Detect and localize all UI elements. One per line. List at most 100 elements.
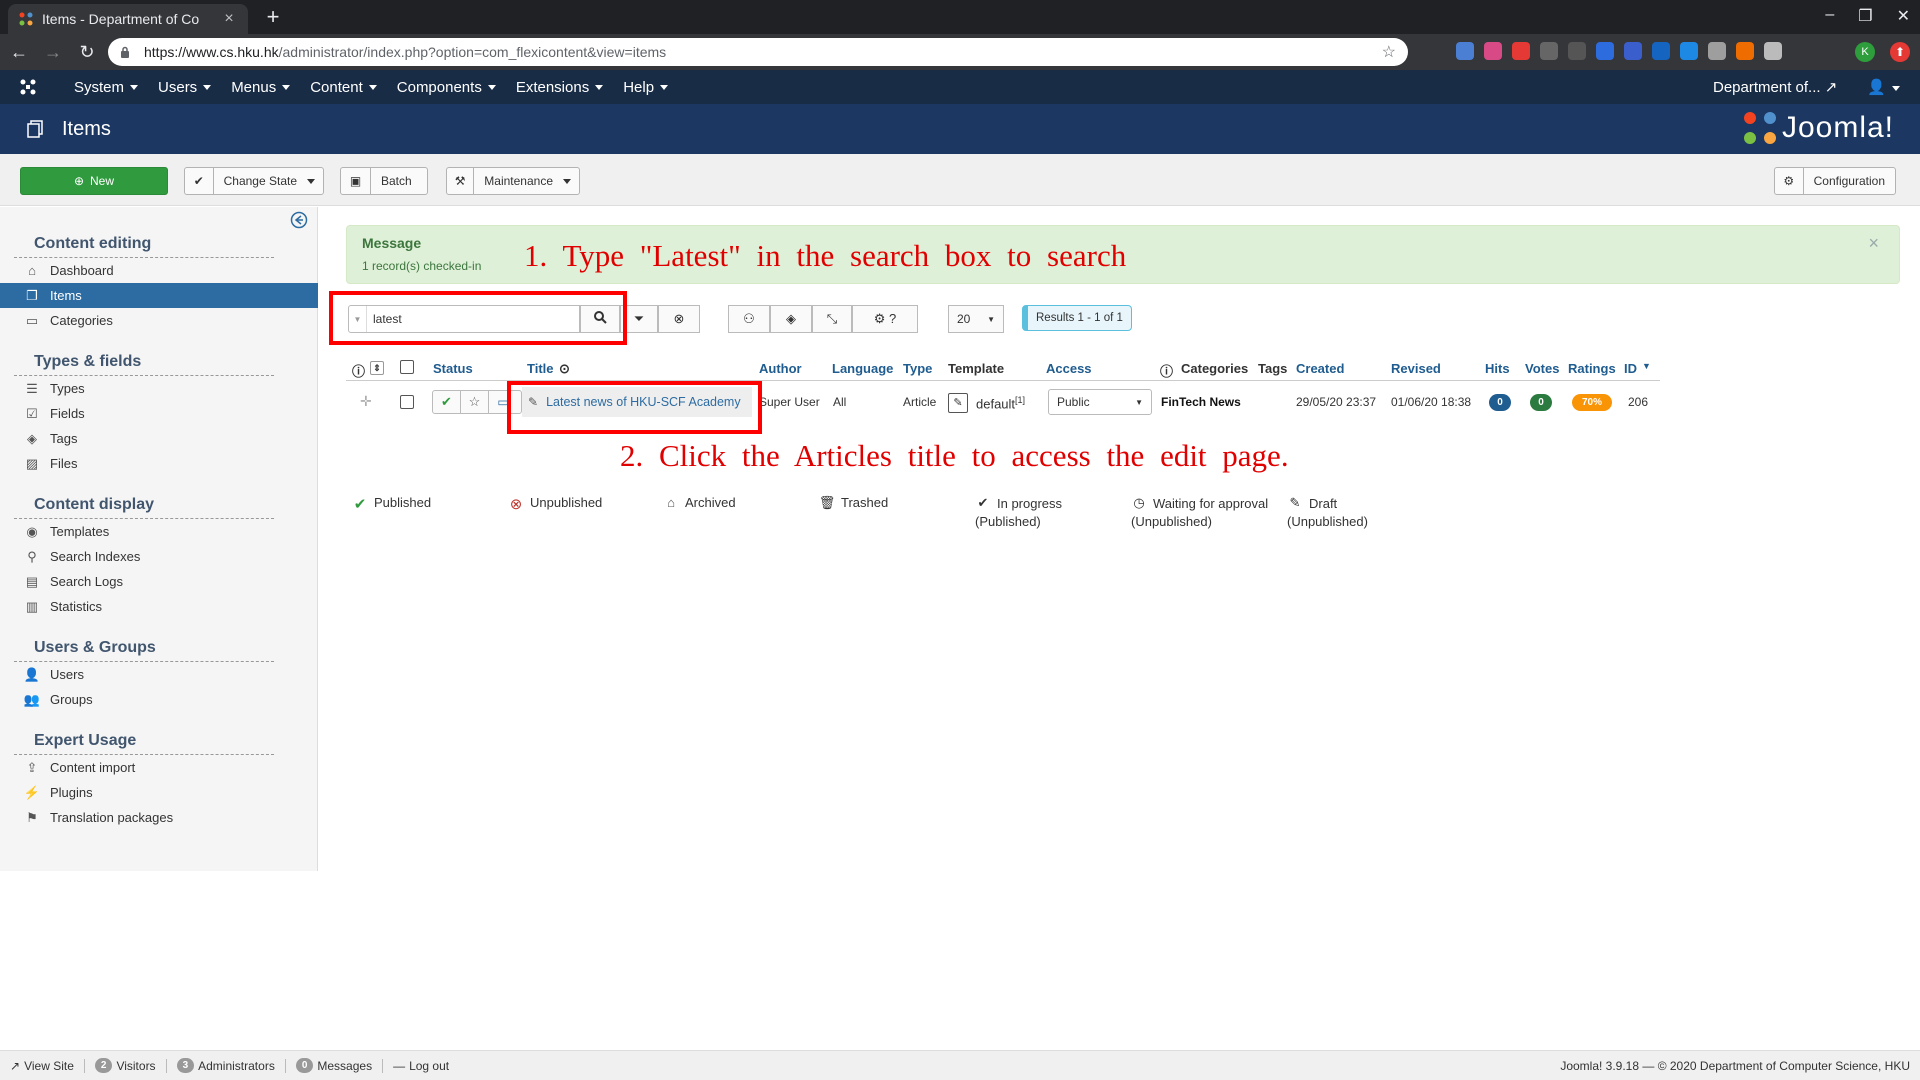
configuration-button[interactable]: ⚙ Configuration bbox=[1774, 167, 1896, 195]
extension-icon[interactable] bbox=[1512, 42, 1530, 60]
menu-help[interactable]: Help bbox=[613, 79, 678, 96]
extension-icon[interactable] bbox=[1708, 42, 1726, 60]
change-state-button[interactable]: ✔ Change State bbox=[184, 167, 324, 195]
row-checkbox[interactable] bbox=[400, 395, 414, 409]
extension-icon[interactable] bbox=[1596, 42, 1614, 60]
sidebar-item-dashboard[interactable]: ⌂ Dashboard bbox=[14, 258, 274, 283]
access-select[interactable]: Public ▼ bbox=[1048, 389, 1152, 415]
close-window-icon[interactable]: ✕ bbox=[1897, 6, 1910, 26]
upload-icon: ⇪ bbox=[26, 759, 38, 775]
menu-extensions[interactable]: Extensions bbox=[506, 79, 613, 96]
col-id[interactable]: ID bbox=[1624, 361, 1637, 376]
extension-icon[interactable] bbox=[1652, 42, 1670, 60]
clear-icon: ⊗ bbox=[673, 311, 685, 326]
sort-order-icon[interactable]: ⇕ bbox=[370, 361, 384, 375]
sidebar-item-search-logs[interactable]: ▤ Search Logs bbox=[14, 569, 274, 594]
drag-handle-icon[interactable]: ✛ bbox=[360, 393, 372, 410]
tags-button[interactable]: ◈ bbox=[770, 305, 812, 333]
user-menu-icon[interactable]: 👤 bbox=[1867, 78, 1900, 96]
sidebar-item-fields[interactable]: ☑ Fields bbox=[14, 401, 274, 426]
sidebar-item-categories[interactable]: ▭ Categories bbox=[14, 308, 274, 333]
browser-tab[interactable]: Items - Department of Co × bbox=[8, 4, 248, 34]
col-language[interactable]: Language bbox=[832, 361, 893, 376]
user-icon: 👤 bbox=[23, 666, 41, 682]
type-cell: Article bbox=[903, 395, 937, 409]
column-settings-button[interactable]: ⚙ ? bbox=[852, 305, 918, 333]
menu-content[interactable]: Content bbox=[300, 79, 387, 96]
sidebar-item-search-indexes[interactable]: ⚲ Search Indexes bbox=[14, 544, 274, 569]
sidebar-item-groups[interactable]: 👥 Groups bbox=[14, 687, 274, 712]
col-ratings[interactable]: Ratings bbox=[1568, 361, 1616, 376]
extension-icon[interactable] bbox=[1456, 42, 1474, 60]
eye-icon: ◉ bbox=[26, 523, 38, 539]
column-options-icon[interactable]: ⊙ bbox=[559, 361, 570, 377]
limit-select[interactable]: 20 ▼ bbox=[948, 305, 1004, 333]
extension-icon[interactable]: ⬆ bbox=[1890, 42, 1910, 62]
sidebar-item-files[interactable]: ▨ Files bbox=[14, 451, 274, 476]
extension-icon[interactable] bbox=[1680, 42, 1698, 60]
menu-users[interactable]: Users bbox=[148, 79, 221, 96]
extension-icon[interactable] bbox=[1736, 42, 1754, 60]
revised-cell: 01/06/20 18:38 bbox=[1391, 395, 1472, 409]
col-votes[interactable]: Votes bbox=[1525, 361, 1559, 376]
featured-star-icon[interactable]: ☆ bbox=[461, 391, 489, 413]
col-status[interactable]: Status bbox=[433, 361, 473, 376]
batch-button[interactable]: ▣ Batch bbox=[340, 167, 428, 195]
reload-icon[interactable]: ↻ bbox=[72, 37, 102, 67]
menu-menus[interactable]: Menus bbox=[221, 79, 300, 96]
sidebar-item-content-import[interactable]: ⇪ Content import bbox=[14, 755, 274, 780]
extension-icon[interactable] bbox=[1484, 42, 1502, 60]
col-created[interactable]: Created bbox=[1296, 361, 1344, 376]
folder-icon: ▭ bbox=[25, 312, 39, 328]
back-icon[interactable]: ← bbox=[4, 37, 34, 67]
menu-components[interactable]: Components bbox=[387, 79, 506, 96]
logout-link[interactable]: — Log out bbox=[383, 1059, 459, 1073]
published-toggle-icon[interactable]: ✔ bbox=[433, 391, 461, 413]
visitors-link[interactable]: 2 Visitors bbox=[85, 1058, 167, 1073]
category-cell[interactable]: FinTech News bbox=[1161, 395, 1241, 409]
sidebar-item-types[interactable]: ☰ Types bbox=[14, 376, 274, 401]
forward-icon[interactable]: → bbox=[38, 37, 68, 67]
menu-system[interactable]: System bbox=[64, 79, 148, 96]
restore-icon[interactable]: ❐ bbox=[1858, 6, 1872, 26]
close-tab-icon[interactable]: × bbox=[220, 10, 238, 28]
joomla-logo-icon[interactable] bbox=[20, 79, 54, 95]
col-hits[interactable]: Hits bbox=[1485, 361, 1510, 376]
sidebar-item-tags[interactable]: ◈ Tags bbox=[14, 426, 274, 451]
sidebar-item-plugins[interactable]: ⚡ Plugins bbox=[14, 780, 274, 805]
url-bar[interactable]: https://www.cs.hku.hk/administrator/inde… bbox=[108, 38, 1408, 66]
close-message-icon[interactable]: × bbox=[1868, 233, 1879, 254]
extension-icon[interactable] bbox=[1540, 42, 1558, 60]
clear-search-button[interactable]: ⊗ bbox=[658, 305, 700, 333]
col-type[interactable]: Type bbox=[903, 361, 932, 376]
collapse-sidebar-icon[interactable] bbox=[290, 211, 308, 229]
sidebar-item-items[interactable]: ❐ Items bbox=[0, 283, 318, 308]
extension-icon[interactable] bbox=[1764, 42, 1782, 60]
new-button[interactable]: ⊕ New bbox=[20, 167, 168, 195]
col-revised[interactable]: Revised bbox=[1391, 361, 1441, 376]
sidebar-item-translation-packages[interactable]: ⚑ Translation packages bbox=[14, 805, 274, 830]
compact-view-button[interactable]: ⤡ bbox=[812, 305, 852, 333]
template-edit-icon[interactable]: ✎ bbox=[948, 393, 968, 413]
profile-avatar[interactable]: K bbox=[1855, 42, 1875, 62]
col-access[interactable]: Access bbox=[1046, 361, 1092, 376]
new-tab-button[interactable]: + bbox=[260, 4, 286, 30]
col-author[interactable]: Author bbox=[759, 361, 802, 376]
site-link[interactable]: Department of... ↗ bbox=[1713, 78, 1837, 96]
administrators-link[interactable]: 3 Administrators bbox=[167, 1058, 286, 1073]
sidebar-item-templates[interactable]: ◉ Templates bbox=[14, 519, 274, 544]
tree-view-button[interactable]: ⚇ bbox=[728, 305, 770, 333]
minimize-icon[interactable]: – bbox=[1825, 6, 1834, 26]
col-title[interactable]: Title bbox=[527, 361, 554, 376]
sort-desc-icon: ▼ bbox=[1642, 361, 1651, 371]
messages-link[interactable]: 0 Messages bbox=[286, 1058, 384, 1073]
select-all-checkbox[interactable] bbox=[400, 360, 414, 374]
maintenance-button[interactable]: ⚒ Maintenance bbox=[446, 167, 580, 195]
sidebar-item-users[interactable]: 👤 Users bbox=[14, 662, 274, 687]
view-site-link[interactable]: ↗ View Site bbox=[0, 1058, 85, 1073]
sidebar-item-statistics[interactable]: ▥ Statistics bbox=[14, 594, 274, 619]
bookmark-star-icon[interactable]: ☆ bbox=[1382, 42, 1396, 62]
extension-icon[interactable] bbox=[1624, 42, 1642, 60]
action-toolbar: ⊕ New ✔ Change State ▣ Batch ⚒ Maintenan… bbox=[0, 154, 1920, 206]
extension-icon[interactable] bbox=[1568, 42, 1586, 60]
